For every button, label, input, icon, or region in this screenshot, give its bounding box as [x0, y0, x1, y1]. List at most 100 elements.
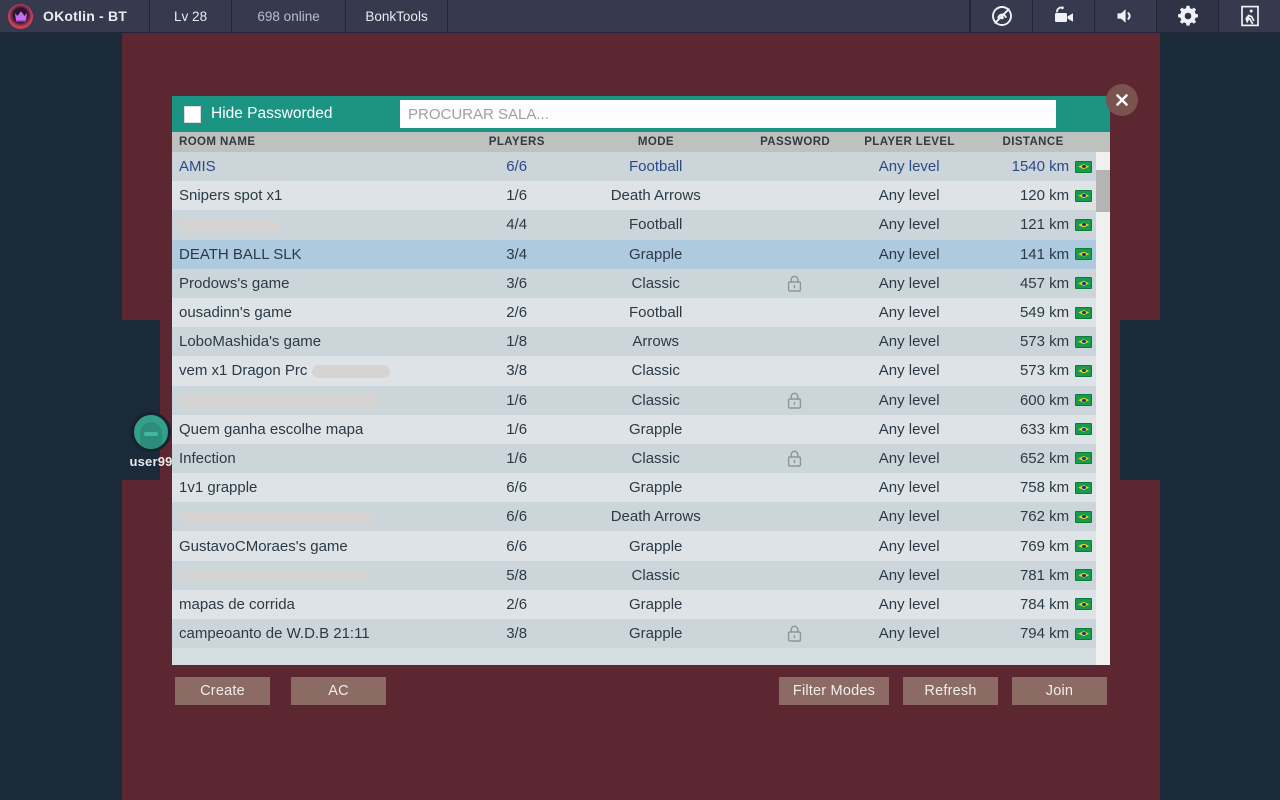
cell-distance: 600 km — [969, 392, 1098, 409]
exit-door-icon[interactable] — [1218, 0, 1280, 32]
cell-players: 2/6 — [506, 304, 528, 322]
table-row[interactable]: Snipers spot x1 1/6 Death Arrows Any level 1… — [172, 181, 1110, 211]
gear-icon[interactable] — [1156, 0, 1218, 32]
br-flag-icon — [1075, 452, 1093, 465]
room-list-scrollbar[interactable] — [1096, 152, 1110, 665]
table-row[interactable]: 5/8 Classic Any level 781 km — [172, 560, 1110, 590]
table-row[interactable]: 6/6 Death Arrows Any level 762 km — [172, 502, 1110, 532]
hide-passworded-toggle[interactable]: Hide Passworded — [172, 96, 400, 132]
cell-mode: Classic — [631, 362, 680, 380]
cell-mode: Grapple — [629, 420, 683, 438]
cell-player-level: Any level — [878, 304, 940, 322]
cell-player-level: Any level — [878, 566, 940, 584]
cell-players: 2/6 — [506, 595, 528, 613]
distance-value: 758 km — [1019, 479, 1070, 497]
cell-password — [740, 275, 850, 292]
br-flag-icon — [1075, 627, 1093, 640]
column-header-room-name[interactable]: ROOM NAME — [172, 136, 462, 148]
redacted-name — [179, 569, 367, 583]
column-header-player-level[interactable]: PLAYER LEVEL — [850, 136, 969, 148]
distance-value: 549 km — [1019, 304, 1070, 322]
join-button[interactable]: Join — [1012, 677, 1107, 705]
cell-room-name: vem x1 Dragon Prc — [172, 362, 462, 379]
column-header-players[interactable]: PLAYERS — [462, 136, 572, 148]
br-flag-icon — [1075, 160, 1093, 173]
table-row[interactable]: 4/4 Football Any level 121 km — [172, 210, 1110, 240]
cell-room-name — [172, 216, 462, 233]
redacted-name — [179, 510, 374, 524]
table-row[interactable]: DEATH BALL SLK 3/4 Grapple Any level 141 km — [172, 239, 1110, 269]
cell-player-level: Any level — [878, 333, 940, 351]
crown-logo-icon — [8, 3, 33, 29]
app-title: OKotlin - BT — [43, 8, 128, 24]
table-row[interactable]: 1v1 grapple 6/6 Grapple Any level 758 km — [172, 473, 1110, 503]
cell-password — [740, 392, 850, 409]
table-row[interactable]: mapas de corrida 2/6 Grapple Any level 784 k… — [172, 589, 1110, 619]
table-row[interactable]: campeoanto de W.D.B 21:11 3/8 Grapple Any l… — [172, 619, 1110, 649]
distance-value: 121 km — [1019, 216, 1070, 234]
table-row[interactable]: ousadinn's game 2/6 Football Any level 549 k… — [172, 297, 1110, 328]
cell-distance: 769 km — [969, 538, 1098, 555]
cell-distance: 573 km — [969, 362, 1098, 379]
lock-icon — [740, 625, 850, 642]
dialog-footer: Create AC Filter Modes Refresh Join — [172, 665, 1110, 717]
filter-modes-button[interactable]: Filter Modes — [779, 677, 889, 705]
cell-mode: Classic — [631, 274, 680, 292]
cell-mode: Grapple — [629, 625, 683, 643]
cell-mode: Arrows — [632, 333, 680, 351]
table-row[interactable]: AMIS 6/6 Football Any level 1540 km — [172, 152, 1110, 182]
table-row[interactable]: Quem ganha escolhe mapa 1/6 Grapple Any lev… — [172, 414, 1110, 444]
arena-right-notch — [1120, 320, 1160, 480]
cell-mode: Death Arrows — [610, 187, 701, 205]
cell-room-name: AMIS — [179, 158, 216, 176]
cell-mode: Football — [629, 304, 683, 322]
lock-icon — [740, 450, 850, 467]
cell-players: 6/6 — [506, 158, 528, 176]
cell-player-level: Any level — [878, 216, 940, 234]
hide-passworded-checkbox[interactable] — [184, 105, 201, 123]
cell-password — [740, 450, 850, 467]
cell-players: 1/8 — [506, 333, 528, 351]
table-row[interactable]: GustavoCMoraes's game 6/6 Grapple Any level… — [172, 531, 1110, 561]
cell-distance: 1540 km — [969, 158, 1098, 175]
table-row[interactable]: Prodows's game 3/6 Classic Any level 457 km — [172, 268, 1110, 298]
cell-room-name: DEATH BALL SLK — [179, 245, 302, 263]
cell-room-name: campeoanto de W.D.B 21:11 — [179, 625, 370, 643]
eye-off-icon[interactable] — [970, 0, 1032, 32]
cell-room-name — [172, 392, 462, 409]
cell-room-name: Quem ganha escolhe mapa — [179, 420, 364, 438]
bonktools-cell[interactable]: BonkTools — [346, 0, 449, 32]
distance-value: 784 km — [1019, 595, 1070, 613]
table-row[interactable]: 1/6 Classic Any level 600 km — [172, 385, 1110, 415]
br-flag-icon — [1075, 423, 1093, 436]
cell-distance: 141 km — [969, 246, 1098, 263]
volume-icon[interactable] — [1094, 0, 1156, 32]
cell-players: 4/4 — [506, 216, 528, 234]
brand-cell[interactable]: OKotlin - BT — [0, 0, 151, 32]
cell-mode: Death Arrows — [610, 508, 701, 526]
table-row[interactable]: Infection 1/6 Classic Any level 652 km — [172, 443, 1110, 474]
cell-players: 3/8 — [506, 625, 528, 643]
cell-distance: 652 km — [969, 450, 1098, 467]
video-camera-icon[interactable] — [1032, 0, 1094, 32]
close-icon[interactable] — [1106, 84, 1138, 116]
table-row[interactable]: vem x1 Dragon Prc 3/8 Classic Any level 573… — [172, 356, 1110, 386]
column-header-mode[interactable]: MODE — [572, 136, 740, 148]
create-button[interactable]: Create — [175, 677, 270, 705]
cell-distance: 549 km — [969, 304, 1098, 321]
br-flag-icon — [1075, 481, 1093, 494]
cell-mode: Grapple — [629, 479, 683, 497]
refresh-button[interactable]: Refresh — [903, 677, 998, 705]
distance-value: 652 km — [1019, 449, 1070, 467]
scrollbar-thumb[interactable] — [1096, 170, 1110, 212]
cell-players: 1/6 — [506, 391, 528, 409]
table-row[interactable]: LoboMashida's game 1/8 Arrows Any level 573 … — [172, 327, 1110, 357]
column-header-distance[interactable]: DISTANCE — [969, 136, 1097, 148]
column-header-password[interactable]: PASSWORD — [740, 136, 850, 148]
room-list-body[interactable]: AMIS 6/6 Football Any level 1540 km Snipers s… — [172, 152, 1110, 665]
arena-left-gap — [0, 33, 122, 800]
cell-players: 3/4 — [506, 245, 528, 263]
ac-button[interactable]: AC — [291, 677, 386, 705]
search-input[interactable] — [400, 100, 1056, 128]
distance-value: 769 km — [1019, 537, 1070, 555]
